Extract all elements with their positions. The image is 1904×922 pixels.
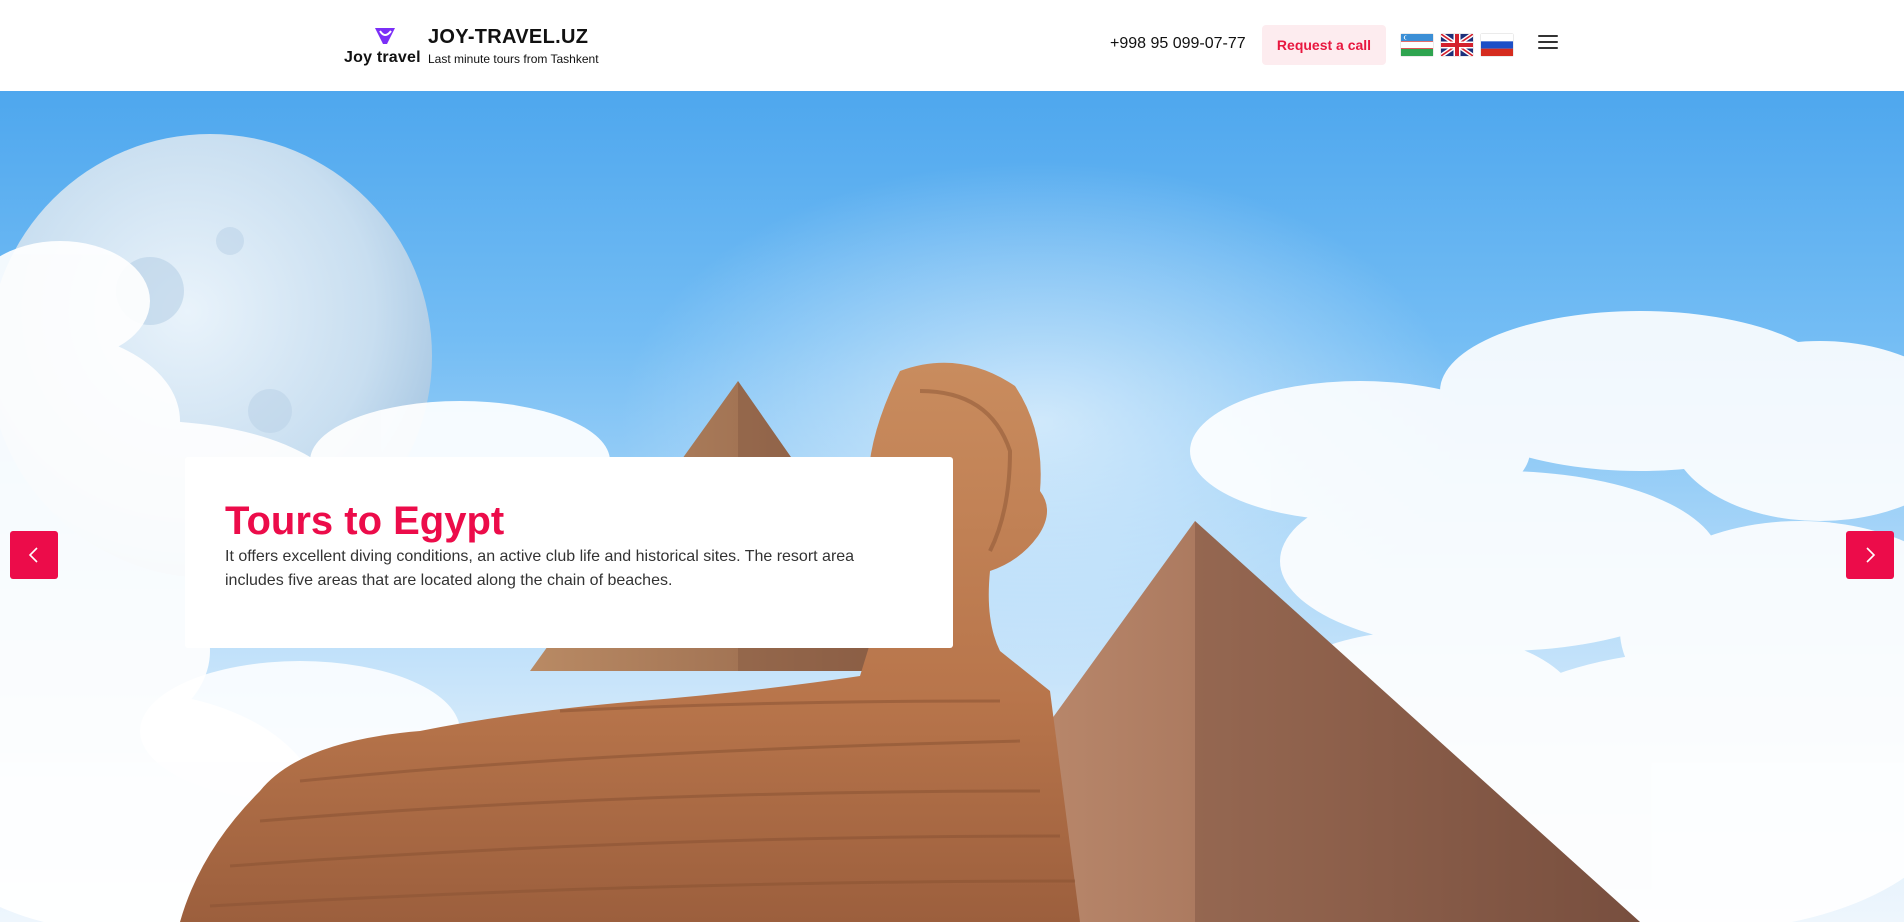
- flag-russia-icon[interactable]: [1481, 34, 1513, 56]
- phone-link[interactable]: +998 95 099-07-77: [1110, 35, 1246, 53]
- hamburger-menu-icon[interactable]: [1538, 33, 1560, 51]
- request-call-button[interactable]: Request a call: [1262, 25, 1386, 65]
- site-tagline: Last minute tours from Tashkent: [428, 52, 599, 66]
- hero-slider: Tours to Egypt It offers excellent divin…: [0, 91, 1904, 922]
- slide-title: Tours to Egypt: [225, 499, 505, 543]
- site-header: Joy travel JOY-TRAVEL.UZ Last minute tou…: [0, 0, 1904, 91]
- flag-uzbekistan-icon[interactable]: [1401, 34, 1433, 56]
- slide-caption-card: Tours to Egypt It offers excellent divin…: [185, 457, 953, 648]
- flag-united-kingdom-icon[interactable]: [1441, 34, 1473, 56]
- chevron-left-icon: [28, 547, 38, 563]
- slider-next-button[interactable]: [1846, 531, 1894, 579]
- chevron-right-icon: [1866, 547, 1876, 563]
- slider-prev-button[interactable]: [10, 531, 58, 579]
- logo-mark-icon: [375, 28, 395, 44]
- logo-text: Joy travel: [344, 49, 421, 66]
- logo[interactable]: Joy travel: [344, 26, 426, 68]
- slide-description: It offers excellent diving conditions, a…: [225, 548, 855, 589]
- site-title: JOY-TRAVEL.UZ: [428, 26, 589, 48]
